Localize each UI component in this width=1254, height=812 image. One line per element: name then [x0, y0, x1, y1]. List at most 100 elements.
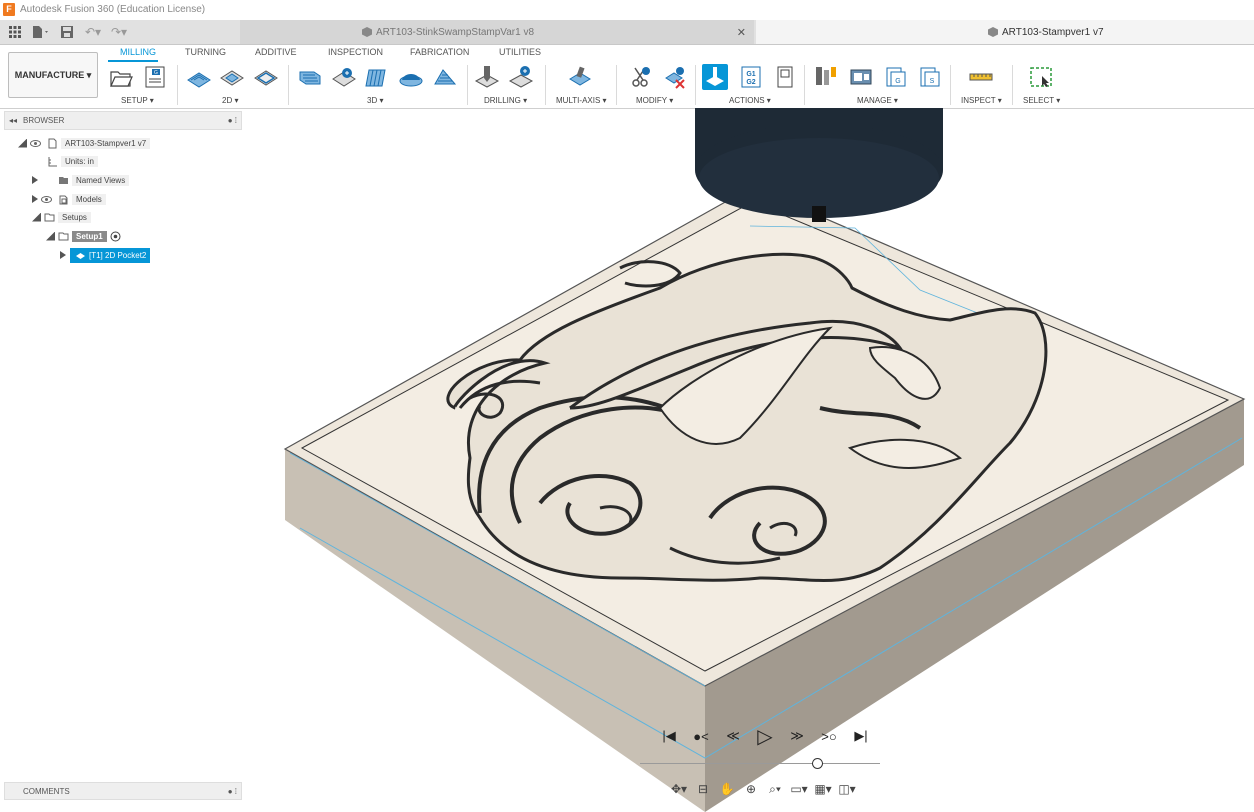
eye-icon[interactable] [30, 138, 41, 149]
grid-menu-icon[interactable] [4, 22, 26, 42]
simulate-icon[interactable] [702, 64, 728, 90]
expand-icon[interactable] [32, 195, 38, 203]
nc-program-icon[interactable]: G [142, 64, 168, 90]
zoom-icon[interactable]: ⊕ [740, 781, 762, 797]
look-at-icon[interactable]: ⊟ [692, 781, 714, 797]
group-separator [804, 65, 805, 105]
tree-node-setup1[interactable]: Setup1 [46, 228, 124, 244]
group-select-label[interactable]: SELECT ▾ [1023, 96, 1060, 105]
redo-icon[interactable]: ↷▾ [108, 22, 130, 42]
eye-icon[interactable] [41, 194, 52, 205]
machine-library-icon[interactable] [848, 64, 874, 90]
step-back-icon[interactable]: ≪ [719, 724, 747, 748]
doc-tab-active[interactable]: ART103-Stampver1 v7 [756, 20, 1254, 44]
document-tab-row: ↶▾ ↷▾ ART103-StinkSwampStampVar1 v8 ✕ AR… [0, 20, 1254, 45]
timeline-knob[interactable] [812, 758, 823, 769]
svg-text:S: S [930, 78, 935, 85]
tab-fabrication[interactable]: FABRICATION [410, 47, 469, 57]
3d-contour-icon[interactable] [432, 64, 458, 90]
delete-toolpath-icon[interactable] [662, 64, 688, 90]
svg-text:G: G [895, 78, 900, 85]
comments-label: COMMENTS [23, 786, 70, 796]
measure-icon[interactable] [968, 64, 994, 90]
group-inspect-label[interactable]: INSPECT ▾ [961, 96, 1002, 105]
window-select-icon[interactable] [1028, 64, 1054, 90]
3d-parallel-icon[interactable] [364, 64, 390, 90]
display-settings-icon[interactable]: ▭▾ [788, 781, 810, 797]
active-setup-icon[interactable] [110, 231, 121, 242]
group-separator [177, 65, 178, 105]
skip-to-end-icon[interactable]: ▶| [847, 724, 875, 748]
save-icon[interactable] [56, 22, 78, 42]
drill-icon[interactable] [474, 64, 500, 90]
collapse-panel-icon[interactable]: ◂◂ [9, 116, 17, 125]
group-manage-label[interactable]: MANAGE ▾ [857, 96, 898, 105]
2d-pocket-icon[interactable] [219, 64, 245, 90]
tree-node-units[interactable]: Units: in [44, 153, 98, 169]
tree-root[interactable]: ART103-Stampver1 v7 [18, 135, 151, 151]
grid-settings-icon[interactable]: ▦▾ [812, 781, 834, 797]
tree-node-models[interactable]: Models [32, 191, 106, 207]
window-title: Autodesk Fusion 360 (Education License) [20, 4, 206, 15]
setup-folder-icon[interactable] [108, 64, 134, 90]
3d-scallop-icon[interactable] [398, 64, 424, 90]
group-drilling-label[interactable]: DRILLING ▾ [484, 96, 527, 105]
cut-toolpath-icon[interactable] [628, 64, 654, 90]
previous-operation-icon[interactable]: ●< [687, 724, 715, 748]
tab-milling[interactable]: MILLING [120, 47, 156, 57]
3d-pocket-icon[interactable] [331, 64, 357, 90]
pan-icon[interactable]: ✋ [716, 781, 738, 797]
viewports-icon[interactable]: ◫▾ [836, 781, 858, 797]
tree-node-named-views[interactable]: Named Views [32, 172, 130, 188]
pin-panel-icon[interactable]: ● ⁞ [228, 116, 237, 125]
tab-additive[interactable]: ADDITIVE [255, 47, 297, 57]
add-comment-icon[interactable]: ● ⁞ [228, 787, 237, 796]
workspace-switcher[interactable]: MANUFACTURE ▾ [8, 52, 98, 98]
folder-icon [58, 175, 69, 186]
2d-adaptive-icon[interactable] [186, 64, 212, 90]
doc-tab-inactive[interactable]: ART103-StinkSwampStampVar1 v8 ✕ [240, 20, 754, 44]
step-forward-icon[interactable]: ≫ [783, 724, 811, 748]
hole-recognition-icon[interactable] [508, 64, 534, 90]
selected-row[interactable]: [T1] 2D Pocket2 [70, 247, 151, 263]
undo-icon[interactable]: ↶▾ [82, 22, 104, 42]
expand-icon[interactable] [60, 251, 66, 259]
group-multi-axis-label[interactable]: MULTI-AXIS ▾ [556, 96, 607, 105]
multi-axis-icon[interactable] [567, 64, 593, 90]
timeline-track[interactable] [640, 763, 880, 764]
play-icon[interactable]: ▷ [751, 724, 779, 748]
2d-contour-icon[interactable] [253, 64, 279, 90]
post-library-icon[interactable]: S [917, 64, 943, 90]
group-actions-label[interactable]: ACTIONS ▾ [729, 96, 771, 105]
post-process-icon[interactable]: G1 G2 [738, 64, 764, 90]
tab-turning[interactable]: TURNING [185, 47, 226, 57]
file-menu-icon[interactable] [30, 22, 52, 42]
doc-tab-label: ART103-StinkSwampStampVar1 v8 [376, 26, 535, 38]
tree-node-operation[interactable]: [T1] 2D Pocket2 [60, 247, 151, 263]
tool-library-icon[interactable] [813, 64, 839, 90]
setup-sheet-icon[interactable] [772, 64, 798, 90]
expand-icon[interactable] [18, 138, 27, 148]
tab-inspection[interactable]: INSPECTION [328, 47, 383, 57]
group-3d-label[interactable]: 3D ▾ [367, 96, 383, 105]
3d-viewport[interactable] [240, 108, 1254, 812]
close-tab-icon[interactable]: ✕ [737, 26, 746, 39]
group-2d-label[interactable]: 2D ▾ [222, 96, 238, 105]
next-operation-icon[interactable]: >○ [815, 724, 843, 748]
group-modify-label[interactable]: MODIFY ▾ [636, 96, 673, 105]
template-library-icon[interactable]: G [883, 64, 909, 90]
expand-icon[interactable] [32, 176, 38, 184]
models-icon [58, 194, 69, 205]
expand-icon[interactable] [32, 212, 41, 222]
root-label: ART103-Stampver1 v7 [61, 137, 151, 149]
skip-to-start-icon[interactable]: |◀ [655, 724, 683, 748]
ribbon-toolbar: MANUFACTURE ▾ MILLING TURNING ADDITIVE I… [0, 45, 1254, 109]
tab-utilities[interactable]: UTILITIES [499, 47, 541, 57]
comments-panel[interactable]: COMMENTS ● ⁞ [4, 782, 242, 800]
3d-adaptive-icon[interactable] [297, 64, 323, 90]
fit-icon[interactable]: ⌕▾ [764, 781, 786, 797]
group-setup-label[interactable]: SETUP ▾ [121, 96, 154, 105]
tree-node-setups[interactable]: Setups [32, 209, 91, 225]
orbit-icon[interactable]: ✥▾ [668, 781, 690, 797]
expand-icon[interactable] [46, 231, 55, 241]
